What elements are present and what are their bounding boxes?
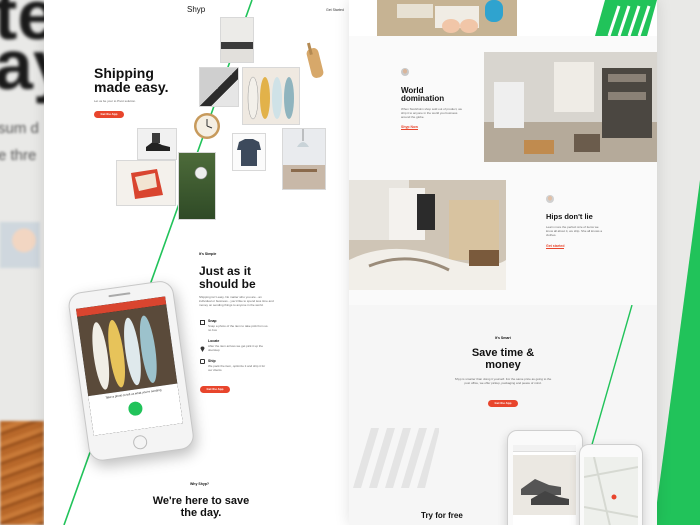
world-shyp-now-link[interactable]: Shyp Now [401, 125, 418, 130]
typing-photo [377, 0, 517, 36]
phone-mockup-map [579, 444, 643, 525]
section3-title-line2: the day. [180, 507, 222, 519]
save-title-line1: Save time & [471, 347, 535, 359]
plant-clock-photo [178, 152, 216, 220]
section2-title-line1: Just as it [199, 264, 252, 278]
logo[interactable]: Shyp [187, 5, 205, 14]
map-image [584, 457, 638, 525]
step-title: Ship [208, 359, 216, 363]
phone-mockup: Take a photo to tell us what you're send… [66, 279, 196, 463]
step-text: We pack the item, optimize it and ship i… [208, 364, 266, 372]
clothes-photo [349, 180, 506, 290]
save-title-line2: money [485, 359, 521, 371]
hips-avatar [546, 195, 554, 203]
location-pin-icon [200, 339, 205, 352]
shirt-photo [232, 133, 266, 171]
save-get-app-button[interactable]: Get the App [488, 400, 518, 407]
world-title-line2: domination [401, 94, 445, 103]
tube-photo [306, 42, 324, 78]
step-title: Snap [208, 319, 217, 323]
section2-get-app-button[interactable]: Get the App [200, 386, 230, 393]
section2-body: Shipping isn't easy. No matter who you a… [199, 295, 274, 307]
world-avatar [401, 68, 409, 76]
section3-title-line1: We're here to save [152, 495, 250, 507]
chair-photo [220, 17, 254, 63]
hips-title: Hips don't lie [546, 212, 593, 221]
shoes-wall-photo [199, 67, 239, 107]
right-page: World domination When Stockholm shop sol… [349, 0, 657, 525]
save-eyebrow: It's Smart [495, 336, 511, 340]
nav-get-started-link[interactable]: Get Started [326, 8, 344, 12]
hero-get-app-button[interactable]: Get the App [94, 111, 124, 118]
workshop-photo [484, 52, 657, 162]
phone-shoes-screen [513, 445, 576, 525]
bag-photo [116, 160, 176, 206]
background-avatar [0, 222, 40, 268]
hips-body: Learn more the perfect size of items we … [546, 225, 603, 237]
phone-mockup-shoes [507, 430, 583, 525]
section2-title-line2: should be [199, 277, 256, 291]
section3-eyebrow: Why Shyp? [190, 482, 210, 486]
left-page: Shyp Get Started Shipping made easy. Let… [44, 0, 349, 525]
hero-title-line2: made easy. [94, 79, 169, 95]
try-free-label: Try for free [421, 511, 463, 520]
box-icon [200, 359, 205, 364]
lamp-table-photo [282, 128, 326, 190]
phone-screen: Take a photo to tell us what you're send… [75, 296, 183, 436]
hips-get-started-link[interactable]: Get started [546, 244, 565, 249]
camera-icon [200, 320, 205, 325]
background-text-1: sum d [0, 120, 39, 137]
step-text: Snap a photo of the item to take pick fr… [208, 324, 269, 332]
section2-eyebrow: It's Simple [199, 252, 217, 256]
sneaker-photo [137, 128, 177, 160]
hero-subtitle: Let us be your to Pivot solution. [94, 99, 136, 103]
surfboards-photo [242, 67, 300, 125]
world-body: When Stockholm shop sold out of product,… [401, 107, 463, 119]
shoes-image [513, 455, 576, 515]
phone-surfboards-image [77, 304, 178, 397]
step-text: After the item arrives we get pick it up… [208, 344, 264, 352]
save-body: Shyp is smarter than doing it yourself. … [454, 377, 552, 385]
background-text-2: e thre [0, 147, 37, 164]
background-wood-image [0, 421, 44, 525]
background-green-shape [654, 180, 700, 525]
green-stripes-graphic [595, 0, 657, 36]
step-title: Locate [208, 339, 220, 343]
grey-stripes-graphic [353, 428, 439, 488]
clock-photo [194, 113, 220, 139]
